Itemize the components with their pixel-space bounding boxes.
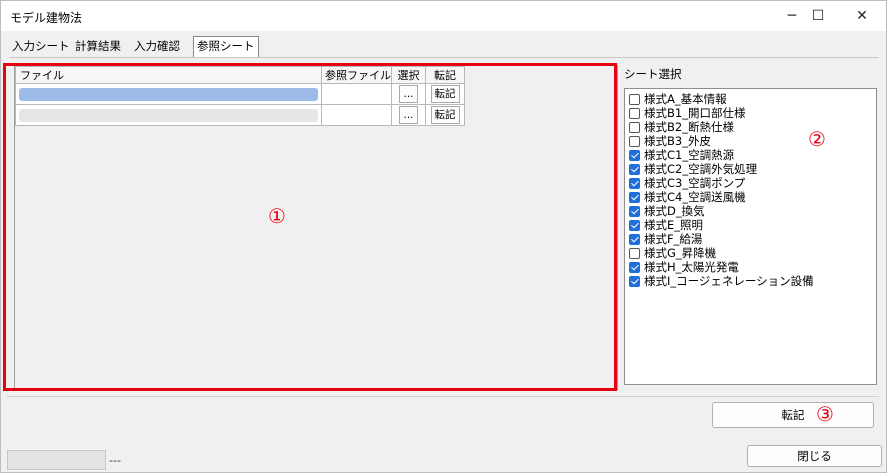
annotation-marker-1: ① [268,204,286,228]
select-cell: ... [391,83,426,105]
file-grid: ファイル 参照ファイル 選択 転記 ... 転記 ... 転記 [15,66,465,126]
close-window-button[interactable]: ✕ [839,1,885,31]
checkbox[interactable] [629,177,640,189]
sheet-checklist[interactable]: 様式A_基本情報 様式B1_開口部仕様 様式B2_断熱仕様 様式B3_外皮 様式… [624,88,877,385]
checkbox[interactable] [629,247,640,259]
list-item[interactable]: 様式B1_開口部仕様 [629,106,745,120]
col-header-ref-file[interactable]: 参照ファイル [321,66,392,84]
file-path-cell[interactable] [15,104,322,126]
checkbox[interactable] [629,149,640,161]
file-path-cell[interactable] [15,83,322,105]
close-button[interactable]: 閉じる [747,445,882,467]
checkbox[interactable] [629,135,640,147]
tab-divider [9,57,879,58]
table-row[interactable]: ... 転記 [15,83,465,105]
checkbox[interactable] [629,275,640,287]
checkbox[interactable] [629,121,640,133]
checkbox[interactable] [629,205,640,217]
list-item[interactable]: 様式A_基本情報 [629,92,727,106]
sheet-select-label: シート選択 [624,67,682,81]
list-item[interactable]: 様式G_昇降機 [629,246,716,260]
list-item[interactable]: 様式B2_断熱仕様 [629,120,734,134]
list-item[interactable]: 様式C4_空調送風機 [629,190,746,204]
checkbox[interactable] [629,107,640,119]
ref-file-cell[interactable] [321,83,392,105]
list-item[interactable]: 様式C3_空調ポンプ [629,176,745,190]
tab-calc-result[interactable]: 計算結果 [72,37,124,56]
redacted-file-path [19,108,318,122]
row-transfer-button[interactable]: 転記 [430,106,460,124]
browse-button[interactable]: ... [399,106,418,124]
transfer-button-label: 転記 [781,408,805,422]
window-title: モデル建物法 [10,11,83,25]
sheet-item-label: 様式I_コージェネレーション設備 [644,274,814,288]
col-header-select[interactable]: 選択 [391,66,426,84]
checkbox[interactable] [629,163,640,175]
grid-header-row: ファイル 参照ファイル 選択 転記 [15,66,465,84]
tab-input-sheet[interactable]: 入力シート [9,37,73,56]
select-cell: ... [391,104,426,126]
col-header-transfer[interactable]: 転記 [425,66,465,84]
browse-button[interactable]: ... [399,85,418,103]
table-row[interactable]: ... 転記 [15,104,465,126]
transfer-cell: 転記 [425,104,465,126]
list-item[interactable]: 様式H_太陽光発電 [629,260,739,274]
list-item[interactable]: 様式E_照明 [629,218,703,232]
progress-bar [7,450,106,470]
main-window: モデル建物法 ─ ☐ ✕ 入力シート 計算結果 入力確認 参照シート ファイル … [0,0,887,473]
close-button-label: 閉じる [797,449,832,463]
redacted-file-path [19,87,318,101]
status-text: --- [109,454,121,467]
checkbox[interactable] [629,219,640,231]
ref-file-cell[interactable] [321,104,392,126]
list-item[interactable]: 様式C2_空調外気処理 [629,162,757,176]
checkbox[interactable] [629,93,640,105]
row-transfer-button[interactable]: 転記 [430,85,460,103]
transfer-button[interactable]: 転記 [712,402,874,428]
tab-input-check[interactable]: 入力確認 [131,37,183,56]
list-item[interactable]: 様式C1_空調熱源 [629,148,734,162]
list-item[interactable]: 様式D_換気 [629,204,705,218]
maximize-button[interactable]: ☐ [795,1,841,31]
transfer-cell: 転記 [425,83,465,105]
checkbox[interactable] [629,191,640,203]
annotation-marker-3: ③ [816,402,834,426]
col-header-file[interactable]: ファイル [15,66,322,84]
list-item[interactable]: 様式F_給湯 [629,232,702,246]
list-item[interactable]: 様式I_コージェネレーション設備 [629,274,814,288]
annotation-marker-2: ② [808,127,826,151]
checkbox[interactable] [629,233,640,245]
tab-reference-sheet[interactable]: 参照シート [193,36,259,57]
title-bar: モデル建物法 ─ ☐ ✕ [1,1,886,31]
list-item[interactable]: 様式B3_外皮 [629,134,711,148]
checkbox[interactable] [629,261,640,273]
